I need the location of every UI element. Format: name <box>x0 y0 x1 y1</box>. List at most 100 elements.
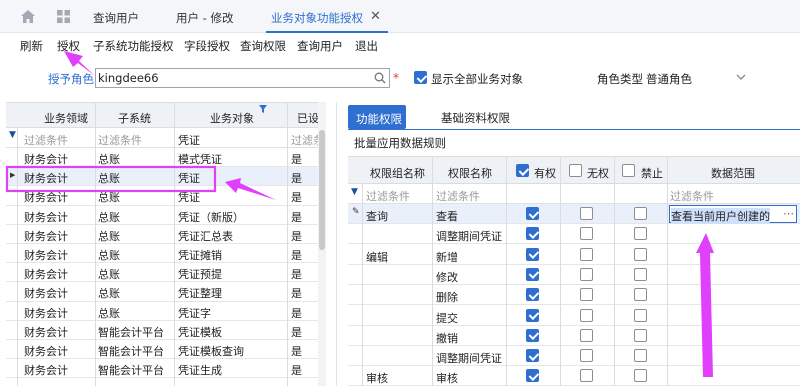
deny-checkbox[interactable] <box>634 207 647 220</box>
filter-domain[interactable]: 过滤条件 <box>24 132 68 148</box>
table-row[interactable]: 审核 审核 <box>348 366 800 386</box>
table-row[interactable]: 删除 <box>348 285 800 306</box>
has-permission-checkbox[interactable] <box>526 207 539 220</box>
table-row[interactable]: 财务会计 总账 凭证字 是 <box>6 302 318 321</box>
has-permission-checkbox[interactable] <box>526 227 539 241</box>
table-row[interactable]: 编辑 新增 <box>348 245 800 265</box>
search-icon[interactable] <box>374 72 386 84</box>
cell-configured: 是 <box>291 229 302 243</box>
cell-subsystem: 总账 <box>98 210 120 224</box>
tab-function-permission-label: 功能权限 <box>356 112 402 126</box>
table-row[interactable]: 财务会计 总账 凭证汇总表 是 <box>6 225 318 244</box>
filter-permission-name[interactable]: 过滤条件 <box>436 188 480 204</box>
col-permission-name[interactable]: 权限名称 <box>448 165 492 181</box>
deny-checkbox[interactable] <box>634 227 647 241</box>
panel-splitter[interactable] <box>336 102 337 386</box>
no-permission-checkbox[interactable] <box>580 369 593 383</box>
has-permission-all-checkbox[interactable] <box>516 164 529 177</box>
filter-subsystem[interactable]: 过滤条件 <box>98 132 142 148</box>
table-row[interactable]: 撤销 <box>348 326 800 346</box>
col-has-permission: 有权 <box>534 167 556 180</box>
authorize-button[interactable]: 授权 <box>57 38 80 54</box>
exit-button[interactable]: 退出 <box>355 38 378 54</box>
table-row[interactable]: 财务会计 智能会计平台 凭证模板 是 <box>6 321 318 340</box>
field-auth-button[interactable]: 字段授权 <box>184 38 230 54</box>
deny-checkbox[interactable] <box>634 288 647 302</box>
deny-checkbox[interactable] <box>634 369 647 383</box>
table-row[interactable]: 修改 <box>348 265 800 285</box>
batch-apply-rules-link[interactable]: 批量应用数据规则 <box>354 135 446 151</box>
no-permission-all-checkbox[interactable] <box>569 164 582 177</box>
col-configured[interactable]: 已设 <box>297 110 318 126</box>
home-icon[interactable] <box>21 10 35 23</box>
close-tab-icon[interactable]: ✕ <box>370 10 381 23</box>
table-row[interactable]: ✎ 查询 查看 查看当前用户创建的 ⋯ <box>348 204 800 224</box>
no-permission-checkbox[interactable] <box>580 328 593 342</box>
table-row[interactable]: 调整期间凭证 <box>348 224 800 245</box>
table-row[interactable]: 财务会计 总账 凭证摊销 是 <box>6 244 318 264</box>
filter-funnel-icon[interactable] <box>259 105 267 113</box>
table-row[interactable]: 财务会计 总账 凭证预提 是 <box>6 263 318 283</box>
col-subsystem[interactable]: 子系统 <box>118 110 151 126</box>
tab-query-user[interactable]: 查询用户 <box>93 0 139 33</box>
no-permission-checkbox[interactable] <box>580 227 593 241</box>
deny-checkbox[interactable] <box>634 267 647 281</box>
deny-checkbox[interactable] <box>634 328 647 342</box>
table-row[interactable]: 财务会计 总账 凭证 是 <box>6 186 318 206</box>
show-all-checkbox[interactable] <box>414 71 427 84</box>
no-permission-checkbox[interactable] <box>580 247 593 261</box>
deny-checkbox[interactable] <box>634 349 647 363</box>
has-permission-checkbox[interactable] <box>526 369 539 383</box>
filter-row-icon: ▼ <box>9 130 16 140</box>
query-permission-button[interactable]: 查询权限 <box>240 38 286 54</box>
grid-menu-icon[interactable] <box>57 10 70 23</box>
col-domain[interactable]: 业务领域 <box>44 110 88 126</box>
role-type-select[interactable]: 普通角色 <box>643 68 751 88</box>
no-permission-checkbox[interactable] <box>580 349 593 363</box>
left-grid-scrollbar[interactable] <box>318 102 326 386</box>
query-user-button[interactable]: 查询用户 <box>297 38 343 54</box>
tab-basic-data-permission[interactable]: 基础资料权限 <box>441 110 510 126</box>
table-row[interactable]: 财务会计 智能会计平台 凭证生成 是 <box>6 359 318 379</box>
refresh-button[interactable]: 刷新 <box>20 38 43 54</box>
table-row[interactable]: 调整期间凭证 <box>348 346 800 367</box>
cell-business-object: 模式凭证 <box>178 153 222 166</box>
no-permission-checkbox[interactable] <box>580 308 593 322</box>
no-permission-checkbox[interactable] <box>580 288 593 302</box>
deny-all-checkbox[interactable] <box>622 164 635 177</box>
data-range-editor[interactable]: 查看当前用户创建的 ⋯ <box>669 205 797 224</box>
has-permission-checkbox[interactable] <box>526 267 539 281</box>
filter-object[interactable]: 凭证 <box>178 132 200 148</box>
col-data-range[interactable]: 数据范围 <box>711 165 755 181</box>
filter-data-range[interactable]: 过滤条件 <box>670 188 714 204</box>
table-row[interactable]: ▶ 财务会计 总账 凭证 是 <box>6 167 318 187</box>
filter-configured[interactable]: 过滤条件 <box>291 132 318 148</box>
has-permission-checkbox[interactable] <box>526 328 539 342</box>
ellipsis-icon[interactable]: ⋯ <box>783 207 794 220</box>
scrollbar-thumb[interactable] <box>319 130 325 250</box>
has-permission-checkbox[interactable] <box>526 349 539 363</box>
table-row[interactable]: 财务会计 总账 凭证（新版） 是 <box>6 206 318 225</box>
role-input[interactable]: kingdee66 <box>95 68 390 88</box>
table-row[interactable]: 财务会计 总账 凭证整理 是 <box>6 282 318 302</box>
table-row[interactable]: 提交 <box>348 306 800 326</box>
tab-object-function-auth[interactable]: 业务对象功能授权 <box>271 0 363 33</box>
tab-function-permission[interactable]: 功能权限 <box>348 105 406 129</box>
deny-checkbox[interactable] <box>634 247 647 261</box>
cell-subsystem: 智能会计平台 <box>98 364 164 378</box>
table-row[interactable]: 财务会计 智能会计平台 凭证模板查询 是 <box>6 340 318 360</box>
col-group-name[interactable]: 权限组名称 <box>370 165 425 181</box>
subsystem-auth-button[interactable]: 子系统功能授权 <box>93 38 174 54</box>
has-permission-checkbox[interactable] <box>526 247 539 261</box>
tab-user-edit[interactable]: 用户 - 修改 <box>176 0 233 33</box>
has-permission-checkbox[interactable] <box>526 308 539 322</box>
tab-bar: 查询用户 用户 - 修改 业务对象功能授权 ✕ <box>0 0 800 33</box>
col-business-object[interactable]: 业务对象 <box>210 110 254 126</box>
filter-group[interactable]: 过滤条件 <box>366 188 410 204</box>
no-permission-checkbox[interactable] <box>580 207 593 220</box>
has-permission-checkbox[interactable] <box>526 288 539 302</box>
cell-domain: 财务会计 <box>24 268 68 282</box>
no-permission-checkbox[interactable] <box>580 267 593 281</box>
table-row[interactable]: 财务会计 总账 模式凭证 是 <box>6 148 318 168</box>
deny-checkbox[interactable] <box>634 308 647 322</box>
